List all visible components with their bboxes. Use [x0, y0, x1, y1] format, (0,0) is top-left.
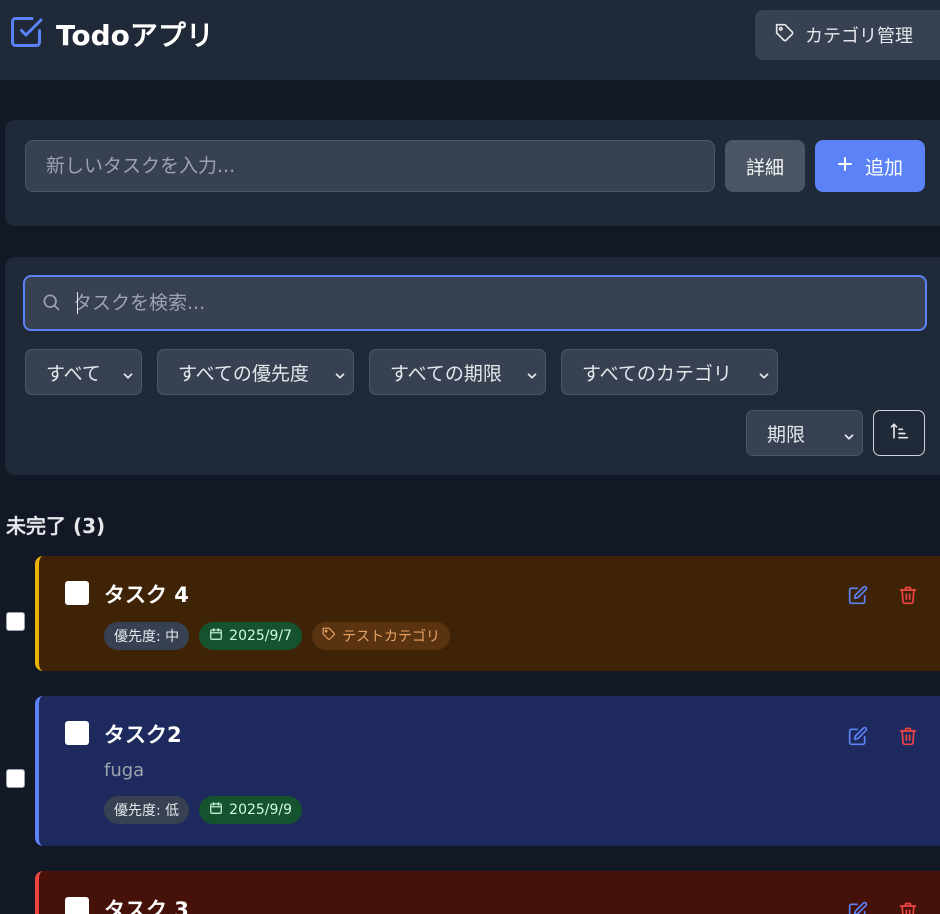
search-box[interactable]	[23, 275, 927, 331]
add-task-label: 追加	[864, 156, 903, 179]
task-card: タスク2 fuga 優先度: 低 2025/9/9	[35, 696, 940, 846]
chevron-down-icon	[121, 366, 135, 388]
detail-button-label: 詳細	[745, 156, 784, 179]
add-task-button[interactable]: 追加	[815, 140, 925, 192]
chevron-down-icon	[842, 427, 856, 449]
sort-ascending-icon	[889, 421, 909, 445]
due-date-badge: 2025/9/9	[199, 796, 303, 824]
due-filter-select[interactable]: すべての期限	[369, 349, 546, 395]
incomplete-section-title: 未完了 (3)	[6, 514, 106, 538]
app-title-text: Todoアプリ	[56, 19, 214, 52]
category-badge: テストカテゴリ	[312, 622, 451, 650]
task-card: タスク 4 優先度: 中 2025/9/7 テストカテゴリ	[35, 556, 940, 671]
category-badge-text: テストカテゴリ	[342, 629, 441, 645]
search-input[interactable]	[73, 277, 913, 329]
sort-select[interactable]: 期限	[746, 410, 863, 456]
task-badges: 優先度: 中 2025/9/7 テストカテゴリ	[104, 622, 451, 650]
text-caret	[77, 292, 78, 314]
app-title: Todoアプリ	[8, 16, 214, 52]
priority-badge: 優先度: 中	[104, 622, 190, 650]
task-complete-checkbox[interactable]	[65, 897, 89, 914]
chevron-down-icon	[525, 366, 539, 388]
sort-value: 期限	[767, 423, 806, 446]
status-filter-value: すべて	[46, 362, 101, 385]
app-header: Todoアプリ カテゴリ管理	[0, 0, 940, 80]
trash-icon[interactable]	[898, 726, 918, 750]
task-card: タスク 3	[35, 871, 940, 914]
task-select-checkbox[interactable]	[6, 612, 25, 631]
priority-badge-text: 優先度: 中	[114, 629, 180, 645]
detail-button[interactable]: 詳細	[725, 140, 805, 192]
chevron-down-icon	[757, 366, 771, 388]
category-manage-button[interactable]: カテゴリ管理	[755, 10, 940, 60]
chevron-down-icon	[333, 366, 347, 388]
category-manage-label: カテゴリ管理	[805, 26, 913, 47]
status-filter-select[interactable]: すべて	[25, 349, 142, 395]
calendar-icon	[209, 627, 223, 645]
priority-filter-select[interactable]: すべての優先度	[157, 349, 354, 395]
priority-filter-value: すべての優先度	[178, 362, 309, 385]
tag-icon	[322, 627, 336, 645]
due-filter-value: すべての期限	[390, 362, 502, 385]
plus-icon	[837, 155, 853, 177]
due-date-badge: 2025/9/7	[199, 622, 303, 650]
edit-icon[interactable]	[848, 726, 868, 750]
edit-icon[interactable]	[848, 901, 868, 914]
new-task-input[interactable]	[25, 140, 715, 192]
task-badges: 優先度: 低 2025/9/9	[104, 796, 303, 824]
task-title: タスク 3	[104, 898, 189, 914]
priority-badge-text: 優先度: 低	[114, 803, 180, 819]
task-title: タスク2	[104, 723, 182, 747]
task-complete-checkbox[interactable]	[65, 581, 89, 605]
trash-icon[interactable]	[898, 585, 918, 609]
tag-icon	[775, 23, 795, 48]
sort-direction-button[interactable]	[873, 410, 925, 456]
trash-icon[interactable]	[898, 901, 918, 914]
search-icon	[41, 292, 61, 316]
add-task-panel: 詳細 追加	[5, 120, 940, 226]
edit-icon[interactable]	[848, 585, 868, 609]
category-filter-value: すべてのカテゴリ	[582, 362, 732, 385]
calendar-icon	[209, 801, 223, 819]
task-title: タスク 4	[104, 583, 189, 607]
priority-badge: 優先度: 低	[104, 796, 190, 824]
check-square-icon	[8, 14, 44, 54]
task-select-checkbox[interactable]	[6, 769, 25, 788]
task-complete-checkbox[interactable]	[65, 721, 89, 745]
category-filter-select[interactable]: すべてのカテゴリ	[561, 349, 778, 395]
filter-panel: すべて すべての優先度 すべての期限 すべてのカテゴリ 期限	[5, 257, 940, 475]
due-date-text: 2025/9/7	[229, 628, 293, 644]
task-description: fuga	[104, 760, 145, 781]
due-date-text: 2025/9/9	[229, 802, 293, 818]
